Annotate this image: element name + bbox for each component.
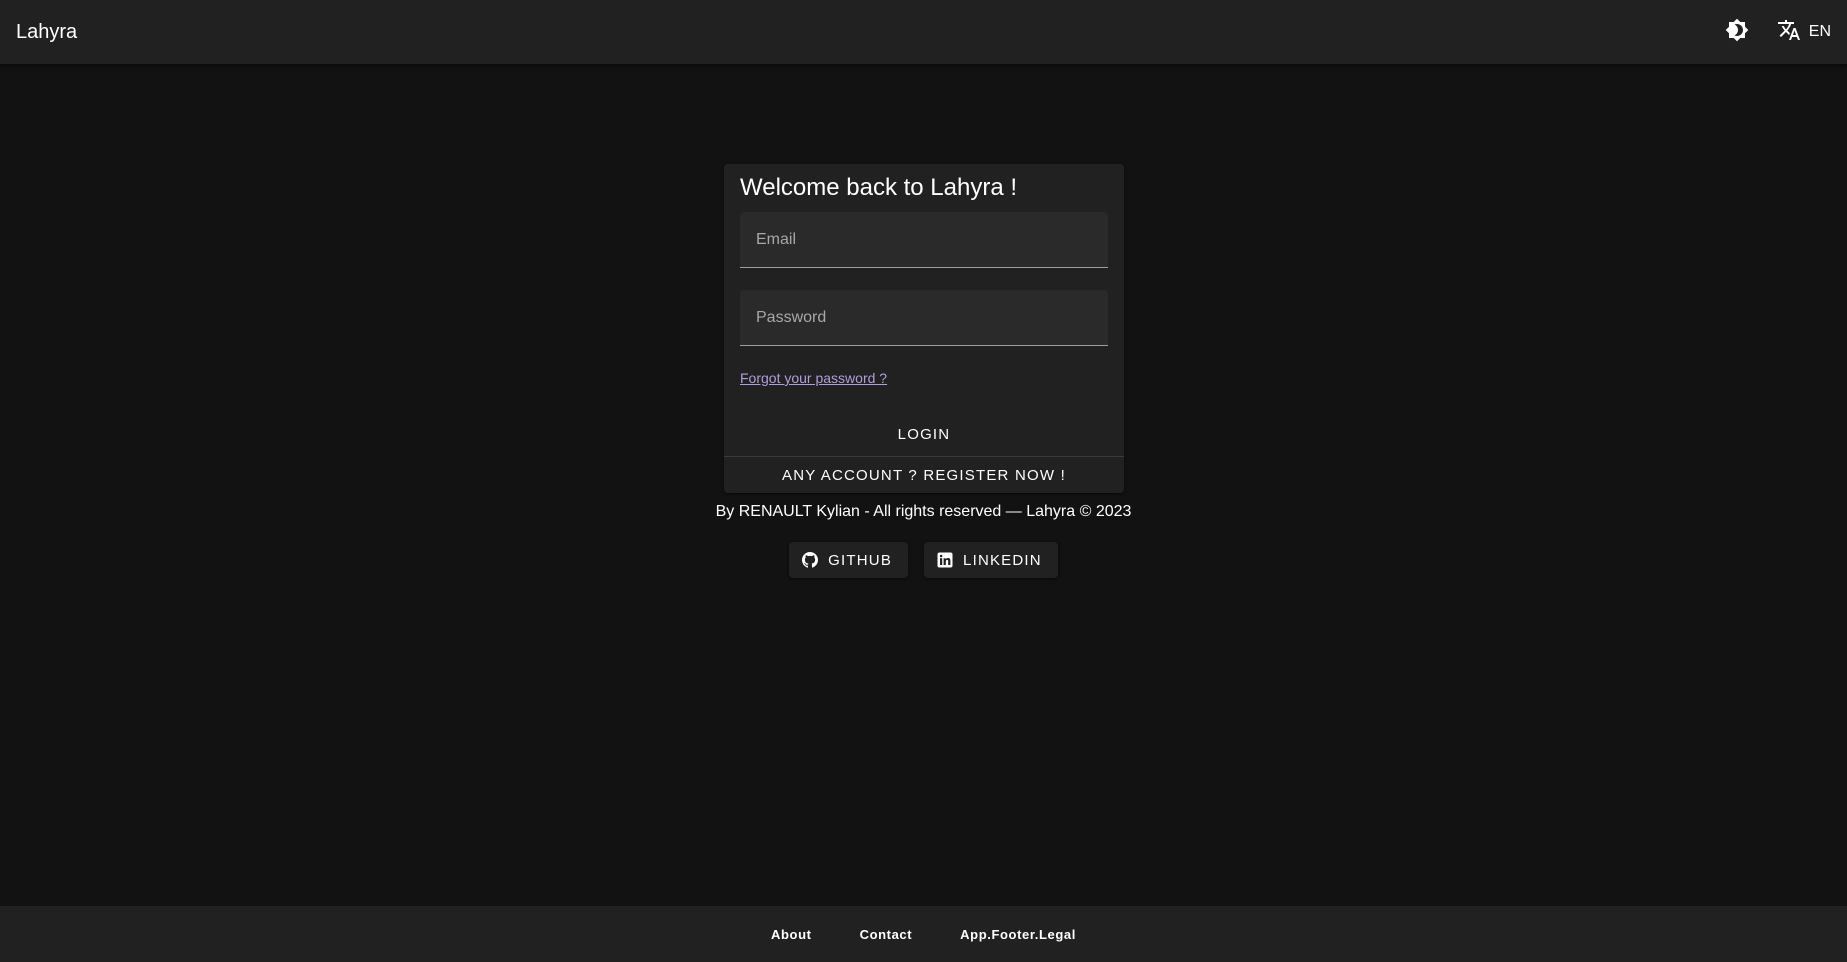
language-code: EN <box>1808 23 1831 40</box>
linkedin-button[interactable]: LINKEDIN <box>924 542 1058 578</box>
language-button[interactable]: EN <box>1777 18 1831 47</box>
translate-icon <box>1777 18 1801 47</box>
linkedin-icon <box>937 552 953 568</box>
footer-link-contact[interactable]: Contact <box>836 927 937 942</box>
login-card: Welcome back to Lahyra ! Forgot your pas… <box>724 164 1124 493</box>
email-field[interactable] <box>740 212 1108 267</box>
social-links: GITHUB LINKEDIN <box>0 542 1847 578</box>
card-divider <box>724 456 1124 457</box>
linkedin-label: LINKEDIN <box>963 551 1042 569</box>
forgot-password-link[interactable]: Forgot your password ? <box>740 370 887 386</box>
github-label: GITHUB <box>828 551 893 569</box>
theme-toggle-button[interactable] <box>1723 18 1751 46</box>
app-title: Lahyra <box>16 20 78 43</box>
github-icon <box>802 552 819 568</box>
footer-link-legal[interactable]: App.Footer.Legal <box>936 927 1100 942</box>
app-bar: Lahyra EN <box>0 0 1847 64</box>
login-button[interactable]: LOGIN <box>724 416 1124 452</box>
email-field-container <box>740 212 1108 268</box>
app-actions: EN <box>1723 18 1831 47</box>
footer: About Contact App.Footer.Legal <box>0 906 1847 962</box>
copyright-text: By RENAULT Kylian - All rights reserved … <box>715 503 1132 520</box>
password-field-container <box>740 290 1108 346</box>
github-button[interactable]: GITHUB <box>789 542 909 578</box>
login-title: Welcome back to Lahyra ! <box>740 174 1018 201</box>
footer-link-about[interactable]: About <box>747 927 836 942</box>
brightness-icon <box>1725 18 1749 47</box>
password-field[interactable] <box>740 290 1108 345</box>
register-button[interactable]: ANY ACCOUNT ? REGISTER NOW ! <box>724 458 1124 492</box>
